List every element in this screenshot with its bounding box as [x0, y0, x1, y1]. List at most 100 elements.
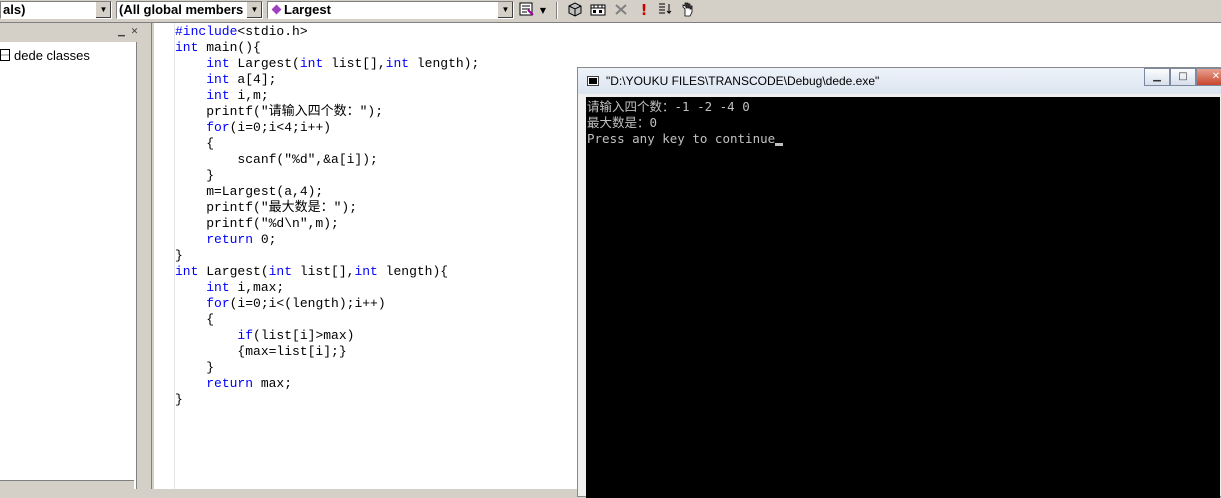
- code-line[interactable]: if(list[i]>max): [175, 328, 479, 344]
- code-line[interactable]: }: [175, 392, 479, 408]
- source-code[interactable]: #include<stdio.h> int main(){ int Largest…: [175, 24, 479, 408]
- code-text: }: [175, 248, 183, 263]
- console-title-bar[interactable]: "D:\YOUKU FILES\TRANSCODE\Debug\dede.exe…: [578, 68, 1221, 94]
- code-line[interactable]: {max=list[i];}: [175, 344, 479, 360]
- panel-splitter[interactable]: [142, 23, 155, 489]
- code-text: i,m;: [229, 88, 269, 103]
- code-text: list[],: [292, 264, 355, 279]
- build-icon[interactable]: [589, 2, 607, 19]
- code-text: <stdio.h>: [237, 24, 308, 39]
- function-icon: [271, 4, 282, 15]
- classview-tree: dede classes: [0, 42, 137, 489]
- class-combo[interactable]: als) ▼: [0, 1, 112, 19]
- minimize-button[interactable]: ▁: [1144, 68, 1170, 86]
- console-window[interactable]: "D:\YOUKU FILES\TRANSCODE\Debug\dede.exe…: [577, 67, 1221, 498]
- console-output[interactable]: 请输入四个数：-1 -2 -4 0 最大数是：0 Press any key to …: [586, 97, 1220, 498]
- code-line[interactable]: int a[4];: [175, 72, 479, 88]
- code-text: {max=list[i];}: [175, 344, 347, 359]
- code-text: length);: [409, 56, 480, 71]
- restore-icon[interactable]: ▁: [116, 27, 127, 38]
- code-text: {: [175, 136, 215, 151]
- code-line[interactable]: int i,m;: [175, 88, 479, 104]
- code-keyword: int: [299, 56, 324, 71]
- stop-build-icon[interactable]: [612, 2, 630, 19]
- execute-icon[interactable]: !: [635, 2, 653, 19]
- code-keyword: int: [206, 88, 230, 103]
- close-button[interactable]: ✕: [1196, 68, 1221, 86]
- insert-breakpoint-icon[interactable]: [679, 2, 697, 19]
- code-line[interactable]: int Largest(int list[],int length){: [175, 264, 479, 280]
- function-combo[interactable]: Largest ▼: [267, 1, 514, 19]
- code-text: list[],: [323, 56, 386, 71]
- members-combo[interactable]: (All global members ▼: [116, 1, 263, 19]
- chevron-down-icon[interactable]: ▼: [95, 2, 111, 18]
- tree-item-dede-classes[interactable]: dede classes: [0, 48, 90, 63]
- code-line[interactable]: int Largest(int list[],int length);: [175, 56, 479, 72]
- code-line[interactable]: for(i=0;i<4;i++): [175, 120, 479, 136]
- classview-tab-strip: [0, 480, 134, 489]
- code-line[interactable]: return 0;: [175, 232, 479, 248]
- code-text: max;: [253, 376, 293, 391]
- code-line[interactable]: printf("%d\n",m);: [175, 216, 479, 232]
- code-keyword: for: [206, 296, 230, 311]
- code-line[interactable]: printf("最大数是：");: [175, 200, 479, 216]
- code-text: Largest(: [198, 264, 269, 279]
- code-line[interactable]: {: [175, 136, 479, 152]
- code-keyword: int: [268, 264, 293, 279]
- code-line[interactable]: #include<stdio.h>: [175, 24, 479, 40]
- code-text: Largest(: [229, 56, 300, 71]
- code-keyword: int: [175, 40, 199, 55]
- code-keyword: int: [385, 56, 410, 71]
- close-icon[interactable]: ✕: [129, 27, 140, 38]
- code-line[interactable]: }: [175, 360, 479, 376]
- classview-header: ▁ ✕: [0, 23, 142, 42]
- step-into-icon[interactable]: [656, 2, 674, 19]
- code-line[interactable]: m=Largest(a,4);: [175, 184, 479, 200]
- code-text: (list[i]>max): [253, 328, 355, 343]
- code-line[interactable]: scanf("%d",&a[i]);: [175, 152, 479, 168]
- code-keyword: int: [175, 264, 199, 279]
- code-text: printf("最大数是：");: [175, 200, 358, 215]
- code-text: m=Largest(a,4);: [175, 184, 324, 199]
- code-keyword: return: [206, 376, 254, 391]
- code-line[interactable]: return max;: [175, 376, 479, 392]
- console-line: 请输入四个数：-1 -2 -4 0: [587, 99, 750, 114]
- function-combo-value: Largest: [284, 2, 331, 17]
- code-line[interactable]: int main(){: [175, 40, 479, 56]
- code-line[interactable]: }: [175, 248, 479, 264]
- code-text: length){: [377, 264, 449, 279]
- code-text: (i=0;i<(length);i++): [229, 296, 386, 311]
- code-text: printf("%d\n",m);: [175, 216, 339, 231]
- chevron-down-icon[interactable]: ▼: [497, 2, 513, 18]
- code-text: a[4];: [229, 72, 277, 87]
- tree-item-label: dede classes: [14, 48, 90, 63]
- code-text: main(){: [198, 40, 261, 55]
- code-line[interactable]: printf("请输入四个数：");: [175, 104, 479, 120]
- class-combo-value: als): [3, 2, 26, 17]
- maximize-button[interactable]: □: [1170, 68, 1196, 86]
- console-line: Press any key to continue: [587, 131, 1220, 147]
- code-keyword: int: [354, 264, 378, 279]
- code-text: scanf("%d",&a[i]);: [175, 152, 378, 167]
- code-text: }: [175, 392, 183, 407]
- wizard-bar-actions-icon[interactable]: [518, 2, 536, 19]
- console-line: 最大数是：0: [587, 115, 658, 130]
- compile-icon[interactable]: [566, 2, 584, 19]
- code-line[interactable]: for(i=0;i<(length);i++): [175, 296, 479, 312]
- code-line[interactable]: {: [175, 312, 479, 328]
- code-text: i,max;: [229, 280, 285, 295]
- code-keyword: if: [237, 328, 254, 343]
- chevron-down-icon[interactable]: ▼: [537, 2, 549, 19]
- code-keyword: return: [206, 232, 254, 247]
- editor-gutter[interactable]: [154, 23, 175, 489]
- console-icon: [587, 76, 599, 86]
- code-line[interactable]: int i,max;: [175, 280, 479, 296]
- chevron-down-icon[interactable]: ▼: [246, 2, 262, 18]
- code-keyword: #include: [175, 24, 238, 39]
- code-keyword: for: [206, 120, 230, 135]
- code-line[interactable]: }: [175, 168, 479, 184]
